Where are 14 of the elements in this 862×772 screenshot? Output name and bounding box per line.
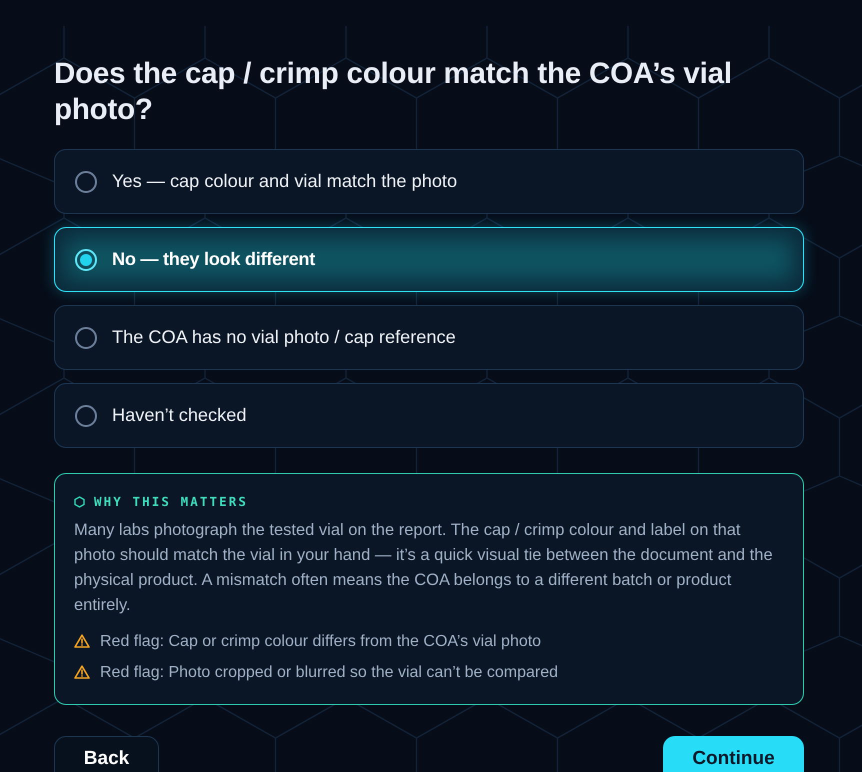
info-paragraph: Many labs photograph the tested vial on the report. The cap / crimp colour and label on that photo should match the vial in your hand — it’s a quick visual tie between the document and the physical product. A mismatch often means the COA belongs to a different batch or product entirely.	[74, 520, 774, 616]
back-button[interactable]: Back	[54, 736, 159, 772]
answer-option[interactable]: Yes — cap colour and vial match the photo	[54, 149, 804, 214]
info-heading: WHY THIS MATTERS	[94, 493, 248, 511]
warning-icon	[74, 634, 90, 648]
continue-button[interactable]: Continue	[663, 736, 804, 772]
warning-note: Red flag: Photo cropped or blurred so the vial can’t be compared	[100, 662, 558, 683]
answer-option[interactable]: The COA has no vial photo / cap reference	[54, 305, 804, 370]
answer-option[interactable]: Haven’t checked	[54, 383, 804, 448]
hexagon-icon	[74, 496, 85, 508]
warning-note: Red flag: Cap or crimp colour differs from the COA’s vial photo	[100, 632, 542, 652]
warning-icon	[74, 665, 90, 680]
question-title: Does the cap / crimp colour match the COA’s vial photo?	[54, 56, 733, 128]
answer-option[interactable]: No — they look different	[54, 227, 804, 292]
